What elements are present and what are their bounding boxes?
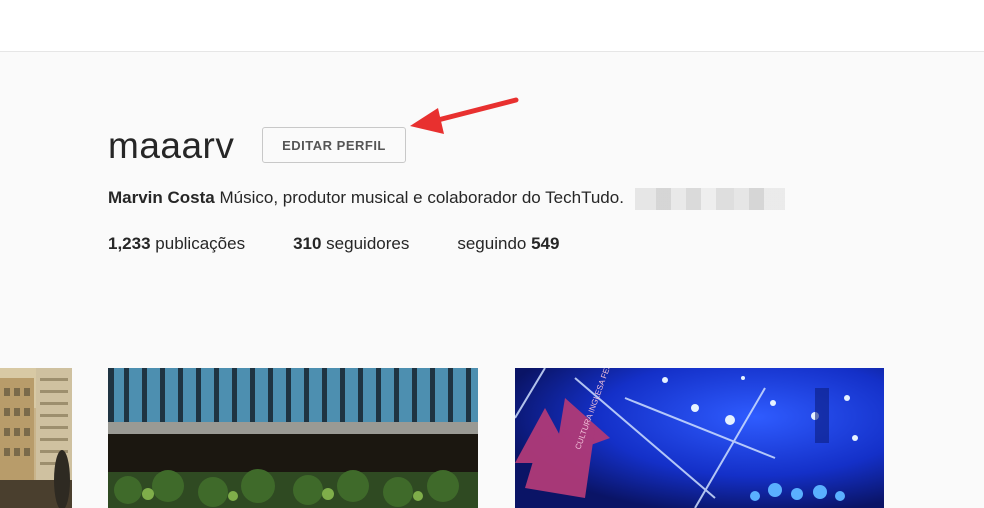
followers-label: seguidores <box>326 234 410 253</box>
post-photo-buildings[interactable] <box>0 368 72 508</box>
post-photo-concert[interactable]: CULTURA INGLESA FESTIVAL <box>515 368 884 508</box>
post-photo-building[interactable] <box>108 368 478 508</box>
blurred-link <box>634 187 785 210</box>
followers-count: 310 <box>293 234 322 253</box>
profile-username: maaarv <box>108 125 235 166</box>
profile-bio: Marvin Costa Músico, produtor musical e … <box>108 186 785 210</box>
annotation-arrow-icon <box>410 97 519 134</box>
profile-stats: 1,233 publicações 310 seguidores seguind… <box>108 232 607 256</box>
profile-bio-text: Músico, produtor musical e colaborador d… <box>219 188 624 207</box>
posts-label: publicações <box>155 234 246 253</box>
edit-profile-button[interactable]: EDITAR PERFIL <box>262 127 406 163</box>
stat-followers[interactable]: 310 seguidores <box>293 232 409 256</box>
following-label: seguindo <box>457 234 527 253</box>
stat-posts: 1,233 publicações <box>108 232 245 256</box>
posts-count: 1,233 <box>108 234 151 253</box>
top-navigation-bar <box>0 0 984 52</box>
following-count: 549 <box>531 234 560 253</box>
stat-following[interactable]: seguindo 549 <box>457 232 559 256</box>
profile-full-name: Marvin Costa <box>108 188 215 207</box>
